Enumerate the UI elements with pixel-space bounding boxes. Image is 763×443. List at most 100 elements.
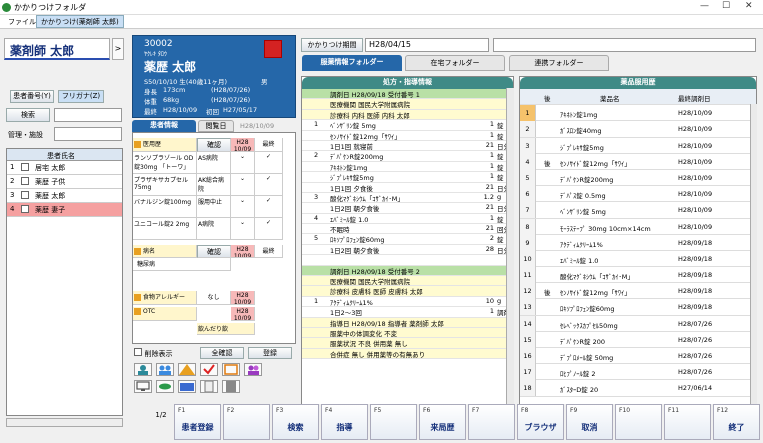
patient-row[interactable]: 3 薬歴 太郎 bbox=[7, 189, 122, 203]
expand-button[interactable]: > bbox=[112, 38, 124, 60]
drug-check[interactable]: ✓ bbox=[255, 152, 283, 174]
fkey-f11[interactable]: F11 bbox=[664, 404, 711, 440]
drug-history-row[interactable]: ユニコール錠2 2mg A病院 ⌄ ✓ bbox=[133, 218, 283, 240]
medication-row[interactable]: 6 ﾃﾞﾊﾟｽ錠 0.5mg H28/10/09 bbox=[520, 186, 756, 203]
height-date: (H28/07/26) bbox=[211, 86, 251, 94]
fkey-f4[interactable]: F4 指導 bbox=[321, 404, 368, 440]
menu-file[interactable]: ファイル bbox=[8, 17, 36, 27]
check-icon[interactable] bbox=[200, 363, 218, 376]
drug-history-row[interactable]: バナルジン錠100mg 服用中止 ⌄ ✓ bbox=[133, 196, 283, 218]
tab-patient-info[interactable]: 患者情報 bbox=[132, 120, 196, 132]
tab-medication-folder[interactable]: 服薬情報フォルダー bbox=[302, 55, 402, 71]
register-button[interactable]: 登録 bbox=[248, 347, 292, 359]
patient-checkbox[interactable] bbox=[21, 205, 29, 213]
medication-row[interactable]: 16 ﾃﾞﾌﾟﾛﾒｰﾙ錠 50mg H28/07/26 bbox=[520, 348, 756, 365]
drug-name: プラザキサカプセル75mg bbox=[133, 174, 197, 196]
tab-furigana[interactable]: フリガナ(Z) bbox=[58, 90, 104, 103]
drug-check[interactable]: ✓ bbox=[255, 218, 283, 240]
page-indicator[interactable]: 1/2 bbox=[155, 410, 167, 420]
all-confirm-button[interactable]: 全確認 bbox=[200, 347, 244, 359]
drug-check[interactable]: ✓ bbox=[255, 196, 283, 218]
group-icon[interactable] bbox=[156, 363, 174, 376]
fkey-f10[interactable]: F10 bbox=[615, 404, 662, 440]
med-row-no: 1 bbox=[520, 105, 536, 122]
minimize-button[interactable]: — bbox=[700, 1, 709, 11]
history-end[interactable] bbox=[493, 38, 756, 52]
medication-row[interactable]: 10 ｴﾊﾞﾐｰﾙ錠 1.0 H28/09/18 bbox=[520, 250, 756, 268]
monitor-icon[interactable] bbox=[134, 380, 152, 393]
delete-checkbox[interactable] bbox=[134, 348, 142, 356]
pharmacist-name[interactable]: 薬剤師 太郎 bbox=[4, 38, 110, 60]
medication-row[interactable]: 17 ﾛﾋﾌﾟﾉｰﾙ錠 2 H28/07/26 bbox=[520, 364, 756, 381]
medication-row[interactable]: 13 ﾛｷｿﾌﾟﾛﾌｪﾝ錠60mg H28/09/18 bbox=[520, 299, 756, 316]
patient-list-scrollbar[interactable] bbox=[6, 418, 123, 427]
person-icon[interactable] bbox=[134, 363, 152, 376]
medication-row[interactable]: 7 ﾍﾞﾝｻﾞﾘﾝ錠 5mg H28/10/09 bbox=[520, 202, 756, 219]
prescription-row: 服薬中の体調変化 不変 bbox=[302, 327, 513, 339]
folder-icon[interactable] bbox=[178, 380, 196, 393]
patient-row[interactable]: 4 薬歴 妻子 bbox=[7, 203, 122, 217]
medication-scrollbar[interactable] bbox=[750, 104, 757, 426]
medication-row[interactable]: 9 ｱｸﾃﾞｨﾑｸﾘｰﾑ1% H28/09/18 bbox=[520, 234, 756, 251]
rx-qty: 1 bbox=[489, 151, 494, 160]
medication-row[interactable]: 18 ｶﾞｽﾀｰD錠 20 H27/06/14 bbox=[520, 380, 756, 397]
drug-dropdown[interactable]: ⌄ bbox=[231, 196, 255, 218]
drug-history-row[interactable]: ランソプラゾール OD錠30mg 「トーワ」 AS病院 ⌄ ✓ bbox=[133, 152, 283, 174]
calculator-icon[interactable] bbox=[222, 380, 240, 393]
medication-row[interactable]: 12 後 ｾﾝﾉｻｲﾄﾞ錠12mg「ｻﾜｲ」 H28/09/18 bbox=[520, 283, 756, 300]
card-icon[interactable] bbox=[222, 363, 240, 376]
search-button[interactable]: 検索 bbox=[6, 108, 50, 122]
medication-row[interactable]: 3 ｼﾞﾌﾟﾚｷｻ錠5mg H28/10/09 bbox=[520, 137, 756, 154]
fkey-f5[interactable]: F5 bbox=[370, 404, 417, 440]
disease-confirm-button[interactable]: 確認 bbox=[197, 245, 231, 258]
warning-icon[interactable] bbox=[178, 363, 196, 376]
close-button[interactable]: ✕ bbox=[745, 1, 753, 11]
drug-check[interactable]: ✓ bbox=[255, 174, 283, 196]
fkey-f7[interactable]: F7 bbox=[468, 404, 515, 440]
patient-checkbox[interactable] bbox=[21, 191, 29, 199]
tab-patient-no[interactable]: 患者番号(Y) bbox=[10, 90, 54, 103]
medication-row[interactable]: 8 ﾓｰﾗｽﾃｰﾌﾟ 30mg 10cm×14cm H28/10/09 bbox=[520, 218, 756, 235]
drug-dropdown[interactable]: ⌄ bbox=[231, 152, 255, 174]
document-icon[interactable] bbox=[200, 380, 218, 393]
alert-icon[interactable] bbox=[264, 40, 282, 58]
tab-view-date[interactable]: 閲覧日 bbox=[198, 120, 234, 132]
medication-row[interactable]: 4 後 ｾﾝﾉｻｲﾄﾞ錠12mg「ｻﾜｲ」 H28/10/09 bbox=[520, 153, 756, 170]
patient-row[interactable]: 1 居宅 太郎 bbox=[7, 161, 122, 175]
confirm-button[interactable]: 確認 bbox=[197, 138, 231, 152]
drug-dropdown[interactable]: ⌄ bbox=[231, 218, 255, 240]
medication-row[interactable]: 15 ﾃﾞﾊﾟｹﾝR錠 200 H28/07/26 bbox=[520, 331, 756, 348]
medication-row[interactable]: 11 酸化ﾏｸﾞﾈｼｳﾑ「ｺｻﾞｶｲ･M」 H28/09/18 bbox=[520, 267, 756, 284]
patient-row[interactable]: 2 薬歴 子供 bbox=[7, 175, 122, 189]
fkey-f6[interactable]: F6 来局歴 bbox=[419, 404, 466, 440]
rx-unit: 錠 bbox=[497, 174, 504, 183]
fkey-f3[interactable]: F3 検索 bbox=[272, 404, 319, 440]
medication-row[interactable]: 2 ｶﾞｽﾛﾝ錠40mg H28/10/09 bbox=[520, 121, 756, 138]
facility-select[interactable] bbox=[54, 127, 122, 141]
prescription-scrollbar[interactable] bbox=[506, 88, 514, 426]
fkey-f1[interactable]: F1 患者登録 bbox=[174, 404, 221, 440]
med-date: H28/10/09 bbox=[678, 222, 713, 231]
fkey-f2[interactable]: F2 bbox=[223, 404, 270, 440]
tab-home-folder[interactable]: 在宅フォルダー bbox=[405, 55, 505, 71]
patient-checkbox[interactable] bbox=[21, 177, 29, 185]
fkey-f8[interactable]: F8 ブラウザ bbox=[517, 404, 564, 440]
users-icon[interactable] bbox=[244, 363, 262, 376]
fkey-f12[interactable]: F12 終了 bbox=[713, 404, 760, 440]
maximize-button[interactable]: ☐ bbox=[722, 1, 730, 11]
rx-qty: 21 bbox=[485, 182, 494, 191]
patient-checkbox[interactable] bbox=[21, 163, 29, 171]
medication-row[interactable]: 14 ｾﾚﾍﾞｯｸｽｶﾌﾟｾﾙ50mg H28/07/26 bbox=[520, 315, 756, 332]
search-input[interactable] bbox=[54, 108, 122, 122]
history-start[interactable]: H28/04/15 bbox=[365, 38, 489, 52]
fkey-f9[interactable]: F9 取消 bbox=[566, 404, 613, 440]
drug-dropdown[interactable]: ⌄ bbox=[231, 174, 255, 196]
tab-link-folder[interactable]: 連携フォルダー bbox=[509, 55, 609, 71]
first-visit: H27/05/17 bbox=[223, 106, 258, 114]
medication-row[interactable]: 5 ﾃﾞﾊﾟｹﾝR錠200mg H28/10/09 bbox=[520, 169, 756, 187]
menu-tab-kakaritsuke[interactable]: かかりつけ(薬剤師 太郎) bbox=[36, 15, 124, 28]
delete-toggle[interactable]: 削除表示 bbox=[134, 348, 173, 359]
drug-history-row[interactable]: プラザキサカプセル75mg AK総合病院 ⌄ ✓ bbox=[133, 174, 283, 196]
medication-row[interactable]: 1 ｱｷﾈﾄﾝ錠1mg H28/10/09 bbox=[520, 105, 756, 122]
pill-icon[interactable] bbox=[156, 380, 174, 393]
